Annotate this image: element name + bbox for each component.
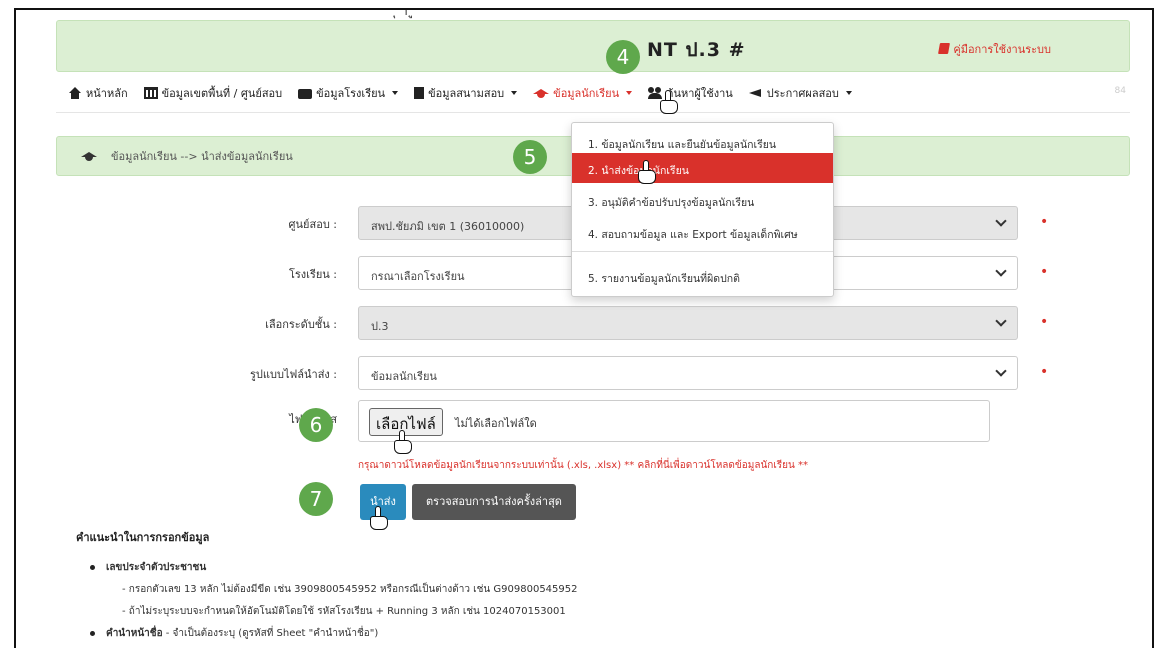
hand-cursor-icon	[636, 160, 658, 186]
required-mark: •	[1040, 314, 1049, 330]
guide-title: คำแนะนำในการกรอกข้อมูล	[76, 531, 210, 544]
menu-item-export-special[interactable]: 4. สอบถามข้อมูล และ Export ข้อมูลเด็กพิเ…	[572, 217, 833, 247]
nav-faint-text: 84	[1114, 86, 1126, 96]
nav-item-announce[interactable]: ประกาศผลสอบ	[748, 84, 852, 102]
caret-down-icon	[392, 91, 399, 95]
screenshot-frame: ุ ำ ู NT ป.3 # คู่มือการใช้งานระบบ หน้าห…	[14, 8, 1154, 648]
briefcase-icon	[298, 89, 313, 99]
guide-id-line2: - ถ้าไม่ระบุระบบจะกำหนดให้อัตโนมัติโดยใช…	[122, 606, 566, 617]
chevron-down-icon	[995, 315, 1007, 327]
step-badge-5: 5	[513, 140, 547, 174]
menu-item-abnormal-report[interactable]: 5. รายงานข้อมูลนักเรียนที่ผิดปกติ	[572, 261, 833, 291]
grade-row: เลือกระดับชั้น : ป.3 •	[56, 306, 1130, 340]
grade-label: เลือกระดับชั้น :	[265, 318, 337, 331]
school-value: กรณาเลือกโรงเรียน	[371, 270, 465, 283]
hand-cursor-icon	[658, 90, 680, 116]
home-icon	[68, 87, 82, 99]
format-row: รูปแบบไฟล์นำส่ง : ข้อมลนักเรียน •	[56, 356, 1130, 390]
step-badge-4: 4	[606, 40, 640, 74]
nav-item-label: ข้อมูลเขตพื้นที่ / ศูนย์สอบ	[161, 87, 283, 100]
format-value: ข้อมลนักเรียน	[371, 370, 437, 383]
chevron-down-icon	[995, 365, 1007, 377]
caret-down-icon	[626, 91, 633, 95]
graduation-cap-icon	[533, 87, 550, 99]
building-icon	[414, 87, 425, 99]
format-label: รูปแบบไฟล์นำส่ง :	[250, 368, 337, 381]
student-dropdown-menu: 1. ข้อมูลนักเรียน และยืนยันข้อมูลนักเรีย…	[571, 122, 834, 297]
file-input[interactable]: เลือกไฟล์ ไม่ได้เลือกไฟล์ใด	[358, 400, 990, 442]
hand-cursor-icon	[392, 430, 414, 456]
caret-down-icon	[845, 91, 852, 95]
nav-divider	[56, 112, 1130, 113]
nav-item-label: ข้อมูลนักเรียน	[553, 87, 620, 100]
nav-item-exam-site[interactable]: ข้อมูลสนามสอบ	[414, 84, 518, 102]
step-badge-6: 6	[299, 408, 333, 442]
breadcrumb-text: ข้อมูลนักเรียน --> นำส่งข้อมูลนักเรียน	[111, 150, 293, 163]
center-value: สพป.ชัยภมิ เขต 1 (36010000)	[371, 220, 525, 233]
file-row: ไฟล์ที่นำส เลือกไฟล์ ไม่ได้เลือกไฟล์ใด	[56, 400, 1130, 442]
guide-id-line1: - กรอกตัวเลข 13 หลัก ไม่ต้องมีขีด เช่น 3…	[122, 584, 578, 595]
required-mark: •	[1040, 214, 1049, 230]
file-status: ไม่ได้เลือกไฟล์ใด	[455, 417, 537, 430]
nav-item-area[interactable]: ข้อมูลเขตพื้นที่ / ศูนย์สอบ	[143, 84, 283, 102]
guide-item-prefix: คำนำหน้าชื่อ - จำเป็นต้องระบุ (ดูรหัสที่…	[90, 626, 578, 641]
megaphone-icon	[748, 87, 763, 99]
page-title: NT ป.3 #	[647, 39, 746, 61]
required-mark: •	[1040, 364, 1049, 380]
nav-item-student[interactable]: ข้อมูลนักเรียน	[533, 84, 633, 102]
nav-item-school[interactable]: ข้อมูลโรงเรียน	[298, 84, 399, 102]
step-badge-7: 7	[299, 482, 333, 516]
menu-divider	[572, 251, 833, 252]
format-select[interactable]: ข้อมลนักเรียน	[358, 356, 1018, 390]
menu-item-approve-update[interactable]: 3. อนุมัติคำข้อปรับปรุงข้อมูลนักเรียน	[572, 185, 833, 215]
center-label: ศูนย์สอบ :	[288, 218, 337, 231]
chevron-down-icon	[995, 215, 1007, 227]
grade-select[interactable]: ป.3	[358, 306, 1018, 340]
bank-icon	[143, 87, 158, 99]
graduation-cap-icon	[81, 150, 97, 162]
guide-list: เลขประจำตัวประชาชน - กรอกตัวเลข 13 หลัก …	[90, 560, 578, 648]
guide-id-title: เลขประจำตัวประชาชน	[106, 562, 207, 573]
manual-link[interactable]: คู่มือการใช้งานระบบ	[938, 40, 1051, 58]
main-nav: หน้าหลัก ข้อมูลเขตพื้นที่ / ศูนย์สอบ ข้อ…	[56, 74, 1130, 112]
grade-value: ป.3	[371, 320, 389, 333]
nav-item-label: หน้าหลัก	[86, 87, 128, 100]
school-label: โรงเรียน :	[288, 268, 337, 281]
guide-prefix-text: - จำเป็นต้องระบุ (ดูรหัสที่ Sheet "คำนำห…	[162, 628, 379, 639]
chevron-down-icon	[995, 265, 1007, 277]
book-icon	[938, 43, 951, 54]
download-hint[interactable]: กรุณาดาวน์โหลดข้อมูลนักเรียนจากระบบเท่าน…	[358, 458, 808, 473]
guide-prefix-title: คำนำหน้าชื่อ	[106, 628, 163, 639]
check-last-upload-button[interactable]: ตรวจสอบการนำส่งครั้งล่าสุด	[412, 484, 576, 520]
hand-cursor-icon	[368, 506, 390, 532]
caret-down-icon	[511, 91, 518, 95]
header-bar: NT ป.3 # คู่มือการใช้งานระบบ	[56, 20, 1130, 72]
nav-item-home[interactable]: หน้าหลัก	[68, 84, 128, 102]
manual-link-label: คู่มือการใช้งานระบบ	[953, 43, 1051, 56]
required-mark: •	[1040, 264, 1049, 280]
nav-item-label: ข้อมูลสนามสอบ	[428, 87, 505, 100]
guide-item-id: เลขประจำตัวประชาชน	[90, 560, 578, 575]
nav-item-label: ประกาศผลสอบ	[766, 87, 839, 100]
nav-item-label: ข้อมูลโรงเรียน	[316, 87, 386, 100]
menu-item-upload-student[interactable]: 2. นำส่งข้อมูลนักเรียน	[572, 153, 833, 183]
